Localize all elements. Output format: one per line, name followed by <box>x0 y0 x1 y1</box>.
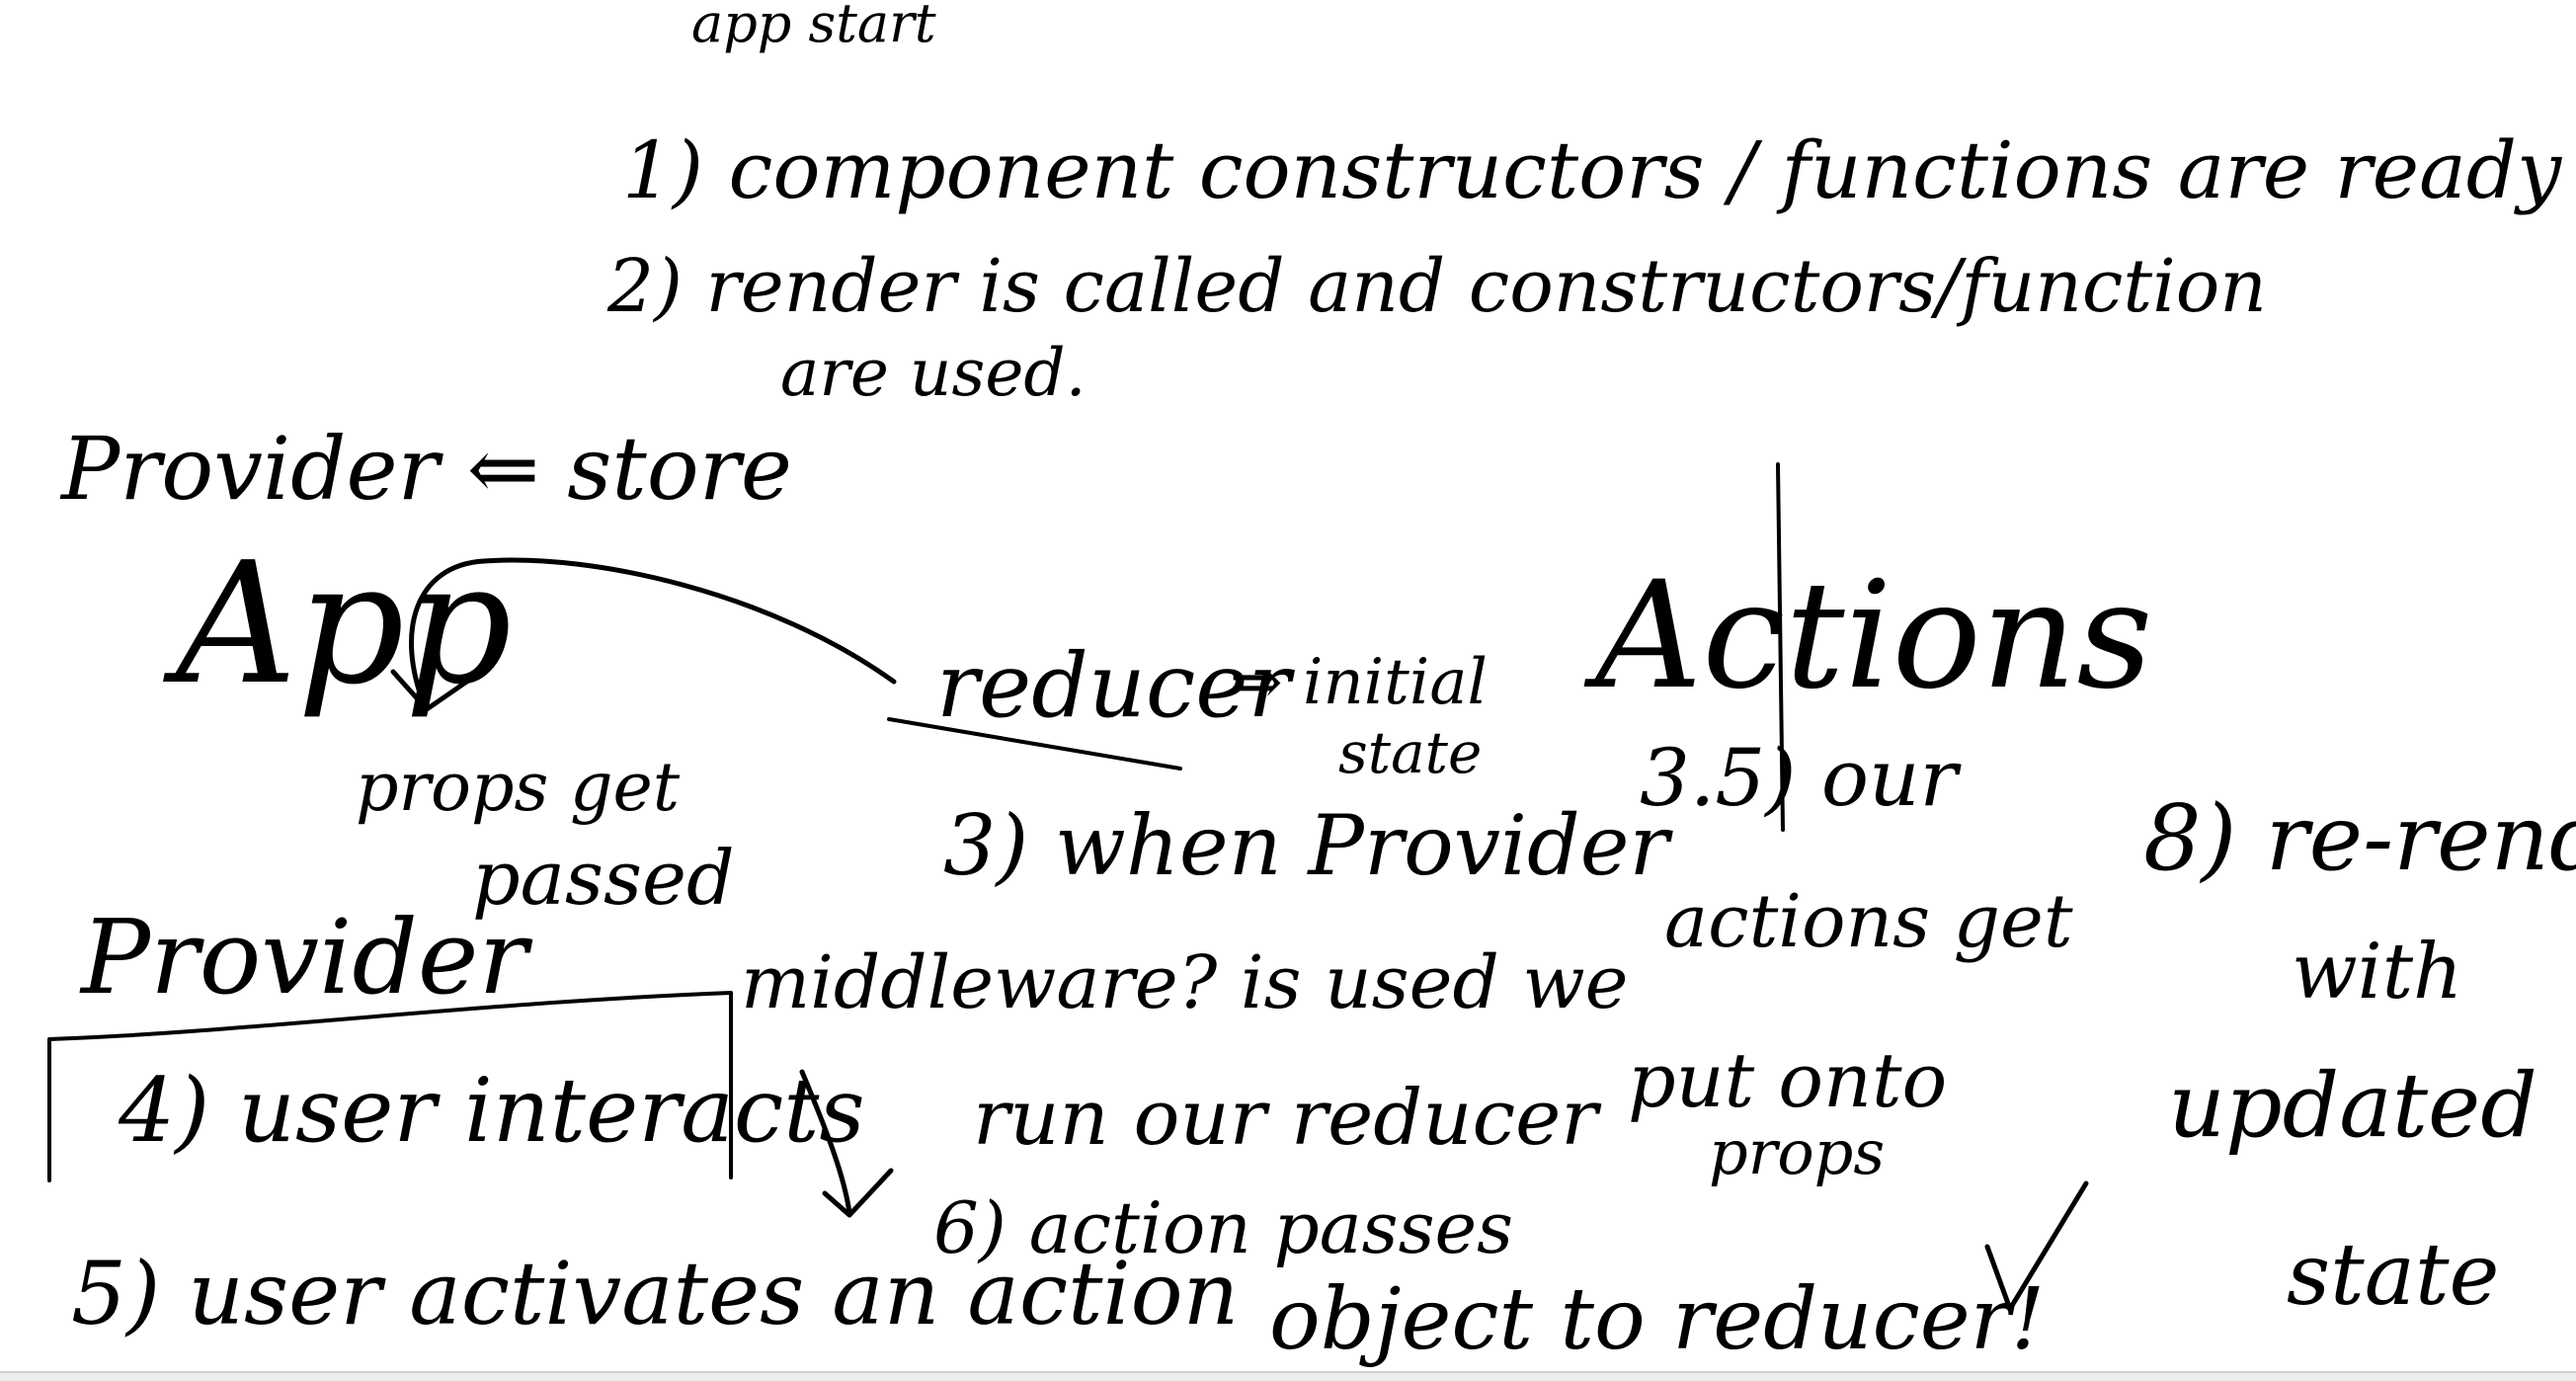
note-step-3-line-1: 3) when Provider <box>943 797 1673 894</box>
note-provider-store: Provider ⇐ store <box>59 418 792 520</box>
note-step-3-5-line-3: put onto <box>1628 1036 1947 1124</box>
note-step-3-line-3: run our reducer <box>973 1074 1602 1163</box>
note-step-3-line-2: middleware? is used we <box>741 940 1628 1025</box>
note-step-1: 1) component constructors / functions ar… <box>622 124 2563 216</box>
note-step-3-5-line-4: props <box>1709 1116 1885 1188</box>
whiteboard-canvas: app start 1) component constructors / fu… <box>47 0 2576 1369</box>
note-step-3-5-line-2: actions get <box>1664 879 2073 964</box>
arrow-interact-down-head <box>822 1168 894 1218</box>
note-step-2-line-2: are used. <box>780 335 1087 411</box>
note-app: App <box>163 527 512 722</box>
note-step-8-line-1: 8) re-render <box>2143 785 2576 891</box>
note-app-start: app start <box>691 0 936 54</box>
note-step-8-line-4: state <box>2287 1226 2499 1325</box>
bottom-scroll-strip <box>0 1371 2576 1381</box>
note-props-get: props get <box>356 749 681 827</box>
note-provider: Provider <box>79 897 532 1017</box>
note-step-6-line-1: 6) action passes <box>933 1186 1513 1269</box>
note-actions: Actions <box>1583 550 2152 722</box>
note-step-4: 4) user interacts <box>118 1059 865 1163</box>
note-state: state <box>1338 719 1482 786</box>
note-step-6-line-2: object to reducer! <box>1269 1270 2045 1369</box>
note-step-3-5-line-1: 3.5) our <box>1640 732 1963 824</box>
note-step-8-line-2: with <box>2292 928 2462 1016</box>
note-step-8-line-3: updated <box>2168 1054 2537 1158</box>
note-initial: ⇒ initial <box>1230 646 1488 719</box>
note-step-2-line-1: 2) render is called and constructors/fun… <box>606 244 2267 329</box>
